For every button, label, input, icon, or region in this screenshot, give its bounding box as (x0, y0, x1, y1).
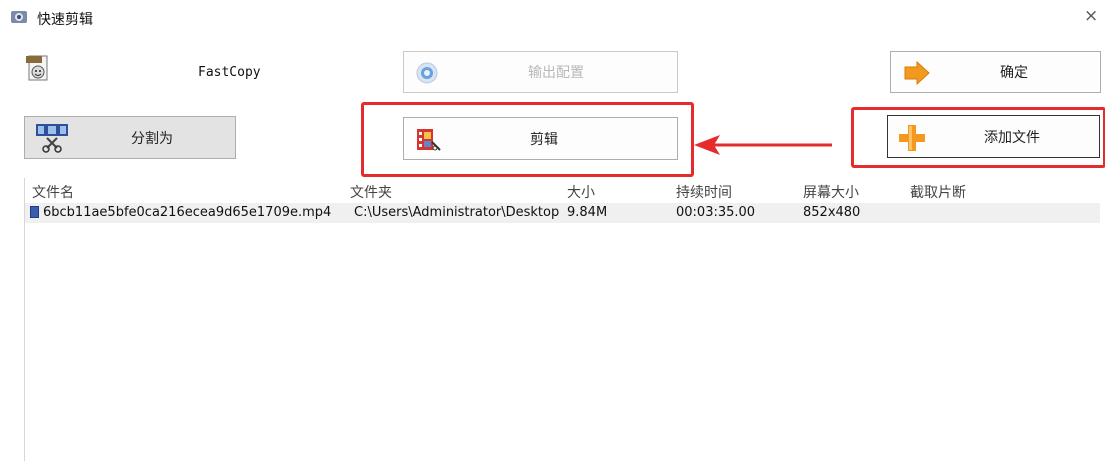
column-header-folder[interactable]: 文件夹 (350, 182, 392, 202)
fastcopy-label: FastCopy (198, 65, 261, 80)
orange-plus-icon (899, 125, 925, 151)
annotation-arrow-icon (694, 135, 832, 155)
add-file-button[interactable]: 添加文件 (887, 115, 1100, 158)
cell-filename: 6bcb11ae5bfe0ca216ecea9d65e1709e.mp4 (43, 205, 332, 220)
window-title: 快速剪辑 (37, 12, 93, 28)
cell-duration: 00:03:35.00 (676, 205, 756, 220)
ok-label: 确定 (1000, 65, 1028, 81)
output-config-label: 输出配置 (528, 65, 584, 81)
cell-resolution: 852x480 (803, 205, 861, 220)
cut-button[interactable]: 剪辑 (403, 117, 678, 160)
orange-arrow-icon (904, 61, 930, 85)
cell-size: 9.84M (567, 205, 608, 220)
video-file-icon (30, 206, 39, 218)
split-label: 分割为 (131, 130, 173, 147)
split-button[interactable]: 分割为 (24, 116, 236, 159)
column-header-resolution[interactable]: 屏幕大小 (803, 182, 859, 202)
ok-button[interactable]: 确定 (890, 51, 1101, 93)
app-icon (11, 11, 27, 23)
cell-folder: C:\Users\Administrator\Desktop (354, 205, 560, 220)
column-header-size[interactable]: 大小 (567, 182, 595, 202)
film-scissors-icon (36, 124, 68, 153)
cut-label: 剪辑 (530, 131, 558, 148)
gear-disc-icon (416, 62, 438, 84)
add-file-label: 添加文件 (984, 129, 1040, 146)
column-header-duration[interactable]: 持续时间 (676, 182, 732, 202)
film-clip-icon (417, 129, 441, 151)
column-header-filename[interactable]: 文件名 (32, 182, 74, 202)
column-header-clip[interactable]: 截取片断 (910, 182, 966, 202)
output-config-button[interactable]: 输出配置 (403, 51, 678, 93)
mp4-file-icon (26, 55, 48, 81)
close-icon[interactable]: × (1084, 6, 1098, 26)
